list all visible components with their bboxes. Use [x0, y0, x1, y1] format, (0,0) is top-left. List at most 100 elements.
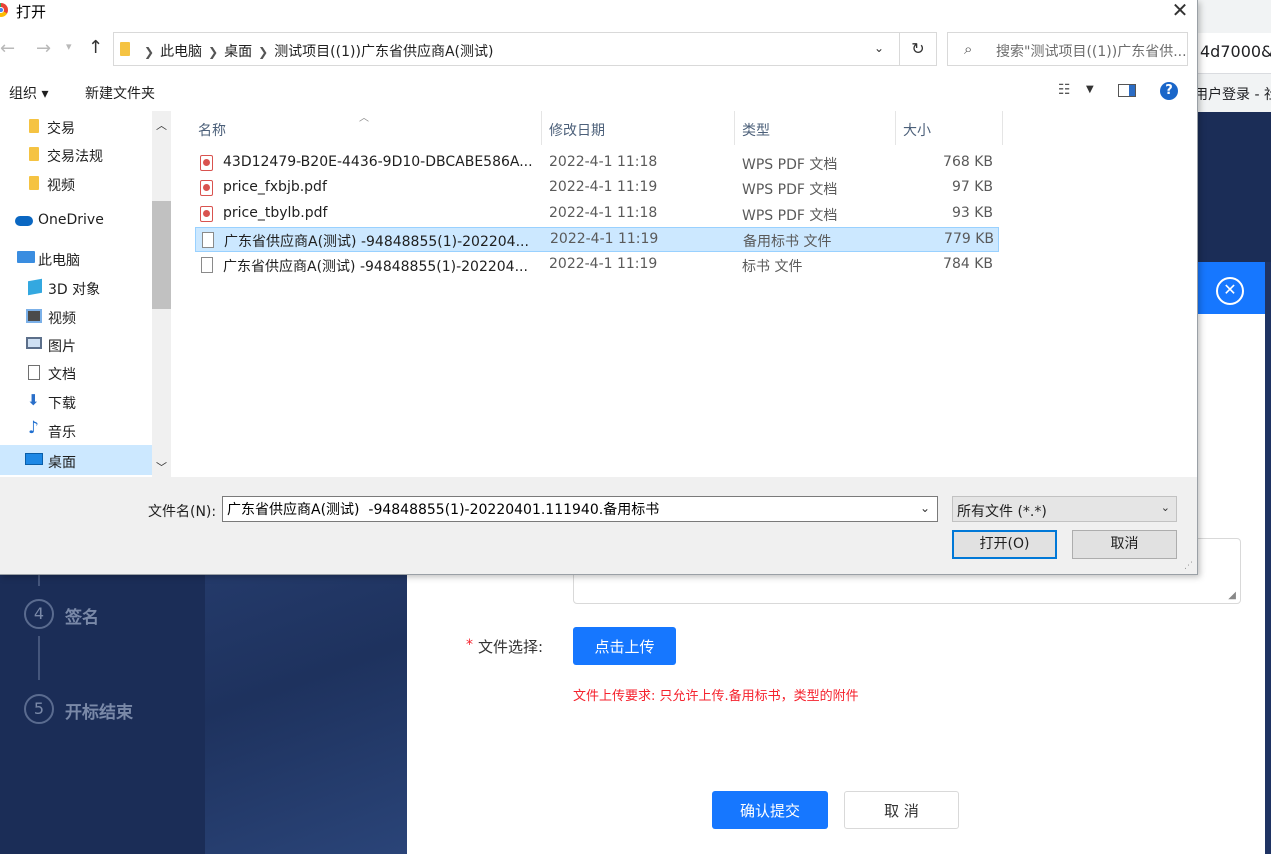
nav-item-downloads[interactable]: ⬇ 下载 [0, 388, 152, 416]
chevron-right-icon[interactable]: ❯ [208, 45, 218, 59]
search-icon: ⌕ [964, 40, 973, 58]
nav-item-desktop[interactable]: 桌面 [0, 445, 152, 475]
search-input[interactable]: ⌕ 搜索"测试项目((1))广东省供... [947, 32, 1188, 66]
url-text: 4d7000& [1200, 42, 1271, 61]
file-name: price_tbylb.pdf [223, 205, 328, 221]
nav-item-label: OneDrive [38, 212, 104, 228]
column-divider[interactable] [734, 111, 735, 145]
view-options-icon[interactable]: ☷ [1058, 82, 1074, 98]
step-connector [38, 574, 40, 586]
nav-item-label: 交易 [47, 121, 75, 137]
nav-item-label: 视频 [48, 311, 76, 327]
step-number: 4 [24, 599, 54, 629]
column-header-type[interactable]: 类型 [742, 120, 770, 140]
dialog-title: 打开 [16, 3, 47, 21]
nav-item-label: 文档 [48, 367, 76, 383]
sort-ascending-icon: ︿ [359, 113, 369, 124]
resize-grip-icon[interactable]: ◢ [1228, 590, 1236, 601]
column-divider[interactable] [1002, 111, 1003, 145]
file-type: WPS PDF 文档 [742, 182, 838, 198]
chevron-down-icon[interactable]: ⌄ [874, 41, 884, 55]
step-label: 开标结束 [65, 703, 133, 723]
file-row-selected[interactable]: 广东省供应商A(测试) -94848855(1)-202204... 2022-… [195, 227, 999, 252]
file-type: 标书 文件 [742, 259, 803, 275]
scroll-up-icon[interactable]: ︿ [156, 117, 167, 133]
chevron-down-icon[interactable]: ▼ [1086, 84, 1094, 95]
column-header-size[interactable]: 大小 [903, 120, 931, 140]
open-button[interactable]: 打开(O) [952, 530, 1057, 559]
step-connector [38, 636, 40, 680]
close-icon[interactable]: ✕ [1168, 0, 1192, 22]
nav-item-label: 下载 [48, 396, 76, 412]
nav-item-music[interactable]: ♪ 音乐 [0, 417, 152, 445]
breadcrumb-item[interactable]: 桌面 [224, 44, 252, 60]
step-label: 签名 [65, 608, 99, 628]
file-row[interactable]: 广东省供应商A(测试) -94848855(1)-202204... 2022-… [195, 253, 999, 278]
chevron-right-icon[interactable]: ❯ [258, 45, 268, 59]
nav-item-label: 3D 对象 [48, 282, 101, 298]
file-type: WPS PDF 文档 [742, 208, 838, 224]
help-icon[interactable]: ? [1160, 82, 1178, 100]
file-row[interactable]: 43D12479-B20E-4436-9D10-DBCABE586A... 20… [195, 151, 999, 176]
up-arrow-icon[interactable]: ↑ [88, 37, 103, 58]
recent-locations-chevron-icon[interactable]: ▾ [66, 40, 72, 53]
file-name: 43D12479-B20E-4436-9D10-DBCABE586A... [223, 154, 533, 170]
refresh-icon[interactable]: ↻ [899, 32, 937, 66]
browser-tab[interactable]: 用户登录 - 社 [1190, 74, 1271, 112]
column-divider[interactable] [541, 111, 542, 145]
upload-hint: 文件上传要求: 只允许上传.备用标书，类型的附件 [573, 689, 859, 704]
chevron-down-icon[interactable]: ⌄ [920, 501, 930, 515]
scroll-down-icon[interactable]: ﹀ [156, 459, 167, 475]
nav-item-onedrive[interactable]: OneDrive [0, 207, 152, 235]
nav-item-jiaoyi-fagui[interactable]: 交易法规 [0, 141, 152, 169]
blank-file-icon [202, 232, 214, 248]
nav-item-label: 音乐 [48, 425, 76, 441]
new-folder-button[interactable]: 新建文件夹 [85, 83, 155, 103]
modal-close-icon[interactable]: ✕ [1216, 277, 1244, 305]
breadcrumb-item[interactable]: 此电脑 [160, 44, 202, 60]
nav-item-pictures[interactable]: 图片 [0, 331, 152, 359]
nav-item-jiaoyi[interactable]: 交易 [0, 113, 152, 141]
preview-pane-icon[interactable] [1118, 84, 1136, 97]
column-divider[interactable] [895, 111, 896, 145]
file-date: 2022-4-1 11:19 [549, 256, 658, 272]
pdf-file-icon [200, 206, 213, 222]
dialog-footer: 文件名(N): ⌄ 所有文件 (*.*) ⌄ 打开(O) 取消 ⋰ [0, 477, 1197, 574]
file-date: 2022-4-1 11:18 [549, 154, 658, 170]
column-header-name[interactable]: 名称 [198, 120, 226, 140]
filename-input[interactable] [222, 496, 938, 522]
file-size: 779 KB [944, 231, 994, 247]
column-header-date[interactable]: 修改日期 [549, 120, 605, 140]
organize-button[interactable]: 组织 ▾ [9, 83, 48, 103]
file-list: ︿ 名称 修改日期 类型 大小 43D12479-B20E-4436-9D10-… [173, 111, 1197, 477]
file-name: price_fxbjb.pdf [223, 179, 327, 195]
filetype-select[interactable]: 所有文件 (*.*) ⌄ [952, 496, 1177, 522]
file-select-label: 文件选择: [478, 638, 544, 656]
page-edge-bg [1265, 262, 1271, 854]
breadcrumb-item[interactable]: 测试项目((1))广东省供应商A(测试) [274, 44, 493, 60]
folder-icon [29, 147, 39, 161]
filename-label: 文件名(N): [148, 504, 217, 520]
cancel-button[interactable]: 取 消 [844, 791, 959, 829]
cube-icon [28, 278, 42, 296]
blank-file-icon [201, 257, 213, 273]
nav-scrollbar-thumb[interactable] [152, 201, 171, 309]
file-row[interactable]: price_tbylb.pdf 2022-4-1 11:18 WPS PDF 文… [195, 202, 999, 227]
resize-grip-icon[interactable]: ⋰ [1184, 561, 1193, 571]
nav-item-shipin-folder[interactable]: 视频 [0, 170, 152, 198]
nav-item-this-pc[interactable]: 此电脑 [0, 245, 152, 273]
confirm-submit-button[interactable]: 确认提交 [712, 791, 828, 829]
nav-item-3d-objects[interactable]: 3D 对象 [0, 274, 152, 302]
nav-item-videos[interactable]: 视频 [0, 303, 152, 331]
back-arrow-icon[interactable]: ← [0, 38, 15, 59]
forward-arrow-icon[interactable]: → [36, 38, 51, 59]
file-row[interactable]: price_fxbjb.pdf 2022-4-1 11:19 WPS PDF 文… [195, 176, 999, 201]
file-size: 768 KB [943, 154, 993, 170]
file-size: 93 KB [951, 205, 993, 221]
browser-address-bar[interactable]: 4d7000& [1198, 33, 1271, 74]
nav-item-documents[interactable]: 文档 [0, 359, 152, 387]
pdf-file-icon [200, 180, 213, 196]
address-bar[interactable]: ❯ 此电脑 ❯ 桌面 ❯ 测试项目((1))广东省供应商A(测试) ⌄ [113, 32, 937, 66]
dialog-cancel-button[interactable]: 取消 [1072, 530, 1177, 559]
upload-button[interactable]: 点击上传 [573, 627, 676, 665]
